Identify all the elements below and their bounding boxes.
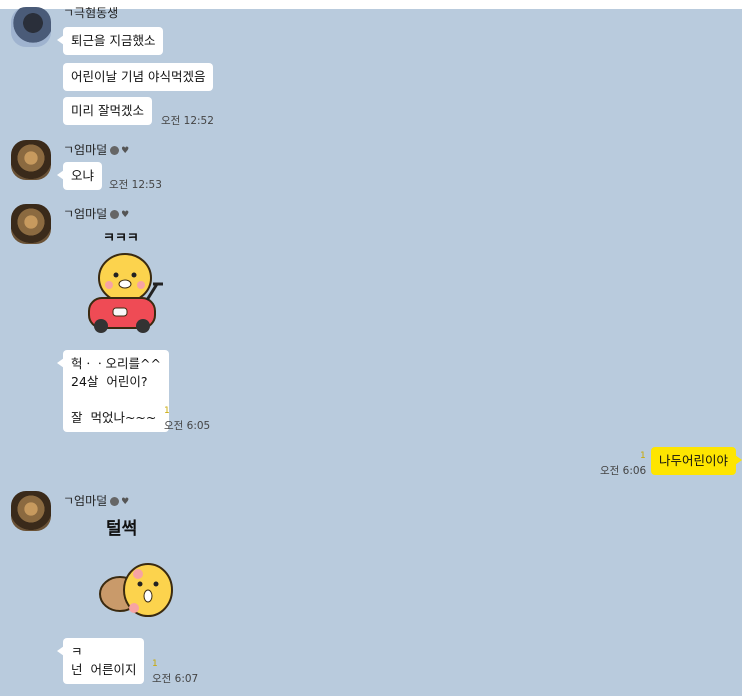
avatar[interactable] (11, 491, 51, 531)
sticker-flop[interactable]: 털썩 (90, 514, 180, 624)
unread-count: 1 (640, 451, 646, 461)
avatar[interactable] (11, 140, 51, 180)
sender-name: ㄱ엄마덜 ♥ (63, 494, 130, 508)
sticker-caption: ㅋㅋㅋ (103, 231, 139, 246)
unread-count: 1 (152, 659, 158, 669)
message-bubble[interactable]: 오냐 (56, 162, 103, 190)
heart-icon: ♥ (121, 209, 130, 220)
sender-name: ㄱ엄마덜 ♥ (63, 207, 130, 221)
message-bubble[interactable]: 퇴근을 지금했소 (56, 27, 164, 55)
message-time: 오전 6:06 (600, 465, 647, 477)
sticker-car[interactable]: ㅋㅋㅋ (83, 228, 173, 336)
message-time: 오전 12:53 (109, 179, 162, 191)
crown-icon (110, 210, 120, 219)
sticker-car-image: ㅋㅋㅋ (88, 231, 163, 333)
heart-icon: ♥ (121, 496, 130, 507)
my-message-bubble[interactable]: 나두어린이야 (651, 447, 742, 475)
message-bubble[interactable]: 헉ㆍㆍ오리를^^ 24살 어린이? 잘 먹었나~~~ (57, 350, 169, 432)
unread-count: 1 (164, 406, 170, 416)
sender-name: ㄱ극혐동생 (63, 6, 119, 20)
crown-icon (110, 497, 120, 506)
message-time: 오전 6:07 (152, 673, 199, 685)
avatar[interactable] (11, 204, 51, 244)
sticker-caption: 털썩 (106, 519, 137, 539)
sender-name: ㄱ엄마덜 ♥ (63, 143, 130, 157)
sticker-flop-image: 털썩 (99, 519, 173, 617)
message-bubble[interactable]: 미리 잘먹겠소 (63, 97, 152, 125)
avatar[interactable] (11, 7, 51, 47)
heart-icon: ♥ (121, 145, 130, 156)
crown-icon (110, 146, 120, 155)
message-bubble[interactable]: ㅋ 넌 어른이지 (56, 638, 145, 684)
message-time: 오전 12:52 (161, 115, 214, 127)
message-time: 오전 6:05 (164, 420, 211, 432)
message-bubble[interactable]: 어린이날 기념 야식먹겠음 (63, 63, 214, 91)
